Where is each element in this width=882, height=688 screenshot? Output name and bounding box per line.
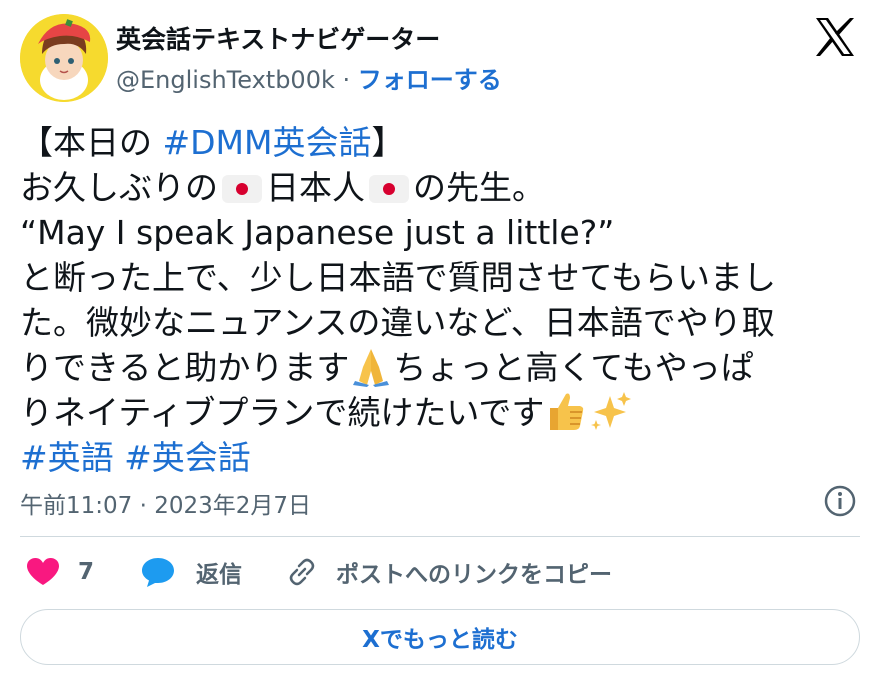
follow-button[interactable]: フォローする	[358, 66, 502, 94]
tweet-text: 【本日の #DMM英会話】 お久しぶりの 日本人 の先生。 “May I speak…	[20, 120, 870, 480]
hashtag-eikaiwa[interactable]: #英会話	[124, 438, 251, 477]
info-icon[interactable]	[823, 484, 857, 518]
tweet-text-segment: ちょっと高くてもやっぱ	[393, 348, 754, 387]
tweet-line-7: りネイティブプランで続けたいです	[20, 390, 870, 435]
link-icon	[289, 558, 315, 586]
tweet-line-3: “May I speak Japanese just a little?”	[20, 213, 615, 252]
tweet-line-6: りできると助かります ちょっと高くてもやっぱ	[20, 345, 870, 390]
avatar[interactable]	[20, 14, 108, 102]
like-button[interactable]: 7	[26, 550, 94, 594]
hashtag-dmm-eikaiwa[interactable]: #DMM英会話	[163, 123, 372, 162]
tweet-text-segment: 日本人	[266, 168, 365, 207]
like-count: 7	[78, 559, 95, 585]
tweet-text-segment	[114, 438, 125, 477]
author-handle[interactable]: @EnglishTextb00k	[116, 66, 335, 94]
read-more-on-x-button[interactable]: Xでもっと読む	[20, 609, 860, 665]
tweet-text-segment: 】	[371, 123, 405, 162]
divider	[20, 536, 860, 537]
folded-hands-icon	[353, 349, 390, 387]
heart-icon	[27, 558, 59, 585]
copy-link-button[interactable]: ポストへのリンクをコピー	[286, 550, 612, 594]
sparkles-icon	[591, 392, 632, 430]
japan-flag-icon	[222, 175, 262, 203]
tweet-text-segment: お久しぶりの	[20, 168, 218, 207]
tweet-text-segment: 【本日の	[20, 123, 163, 162]
handle-separator: ·	[342, 66, 351, 94]
author-display-name[interactable]: 英会話テキストナビゲーター	[116, 20, 440, 56]
tweet-line-1: 【本日の #DMM英会話】	[20, 120, 870, 165]
tweet-actions: 7 返信 ポストへのリンクをコピー	[20, 550, 860, 594]
author-handle-row: @EnglishTextb00k · フォローする	[116, 60, 502, 95]
speech-bubble-icon	[142, 558, 174, 587]
copy-link-label: ポストへのリンクをコピー	[336, 562, 612, 588]
tweet-text-segment: りできると助かります	[20, 348, 350, 387]
reply-button[interactable]: 返信	[140, 550, 242, 594]
tweet-text-segment: の先生。	[413, 168, 545, 207]
hashtag-eigo[interactable]: #英語	[20, 438, 114, 477]
x-logo-icon[interactable]	[812, 14, 858, 60]
reply-label: 返信	[196, 562, 242, 588]
tweet-line-5: た。微妙なニュアンスの違いなど、日本語でやり取	[20, 303, 775, 342]
avatar-illustration	[20, 14, 108, 102]
tweet-timestamp[interactable]: 午前11:07 · 2023年2月7日	[20, 486, 311, 520]
thumbs-up-icon	[550, 393, 584, 430]
tweet-text-segment: りネイティブプランで続けたいです	[20, 393, 545, 432]
tweet-line-4: と断った上で、少し日本語で質問させてもらいまし	[20, 258, 777, 297]
japan-flag-icon	[369, 175, 409, 203]
tweet-line-2: お久しぶりの 日本人 の先生。	[20, 165, 870, 210]
tweet-line-8: #英語 #英会話	[20, 435, 870, 480]
